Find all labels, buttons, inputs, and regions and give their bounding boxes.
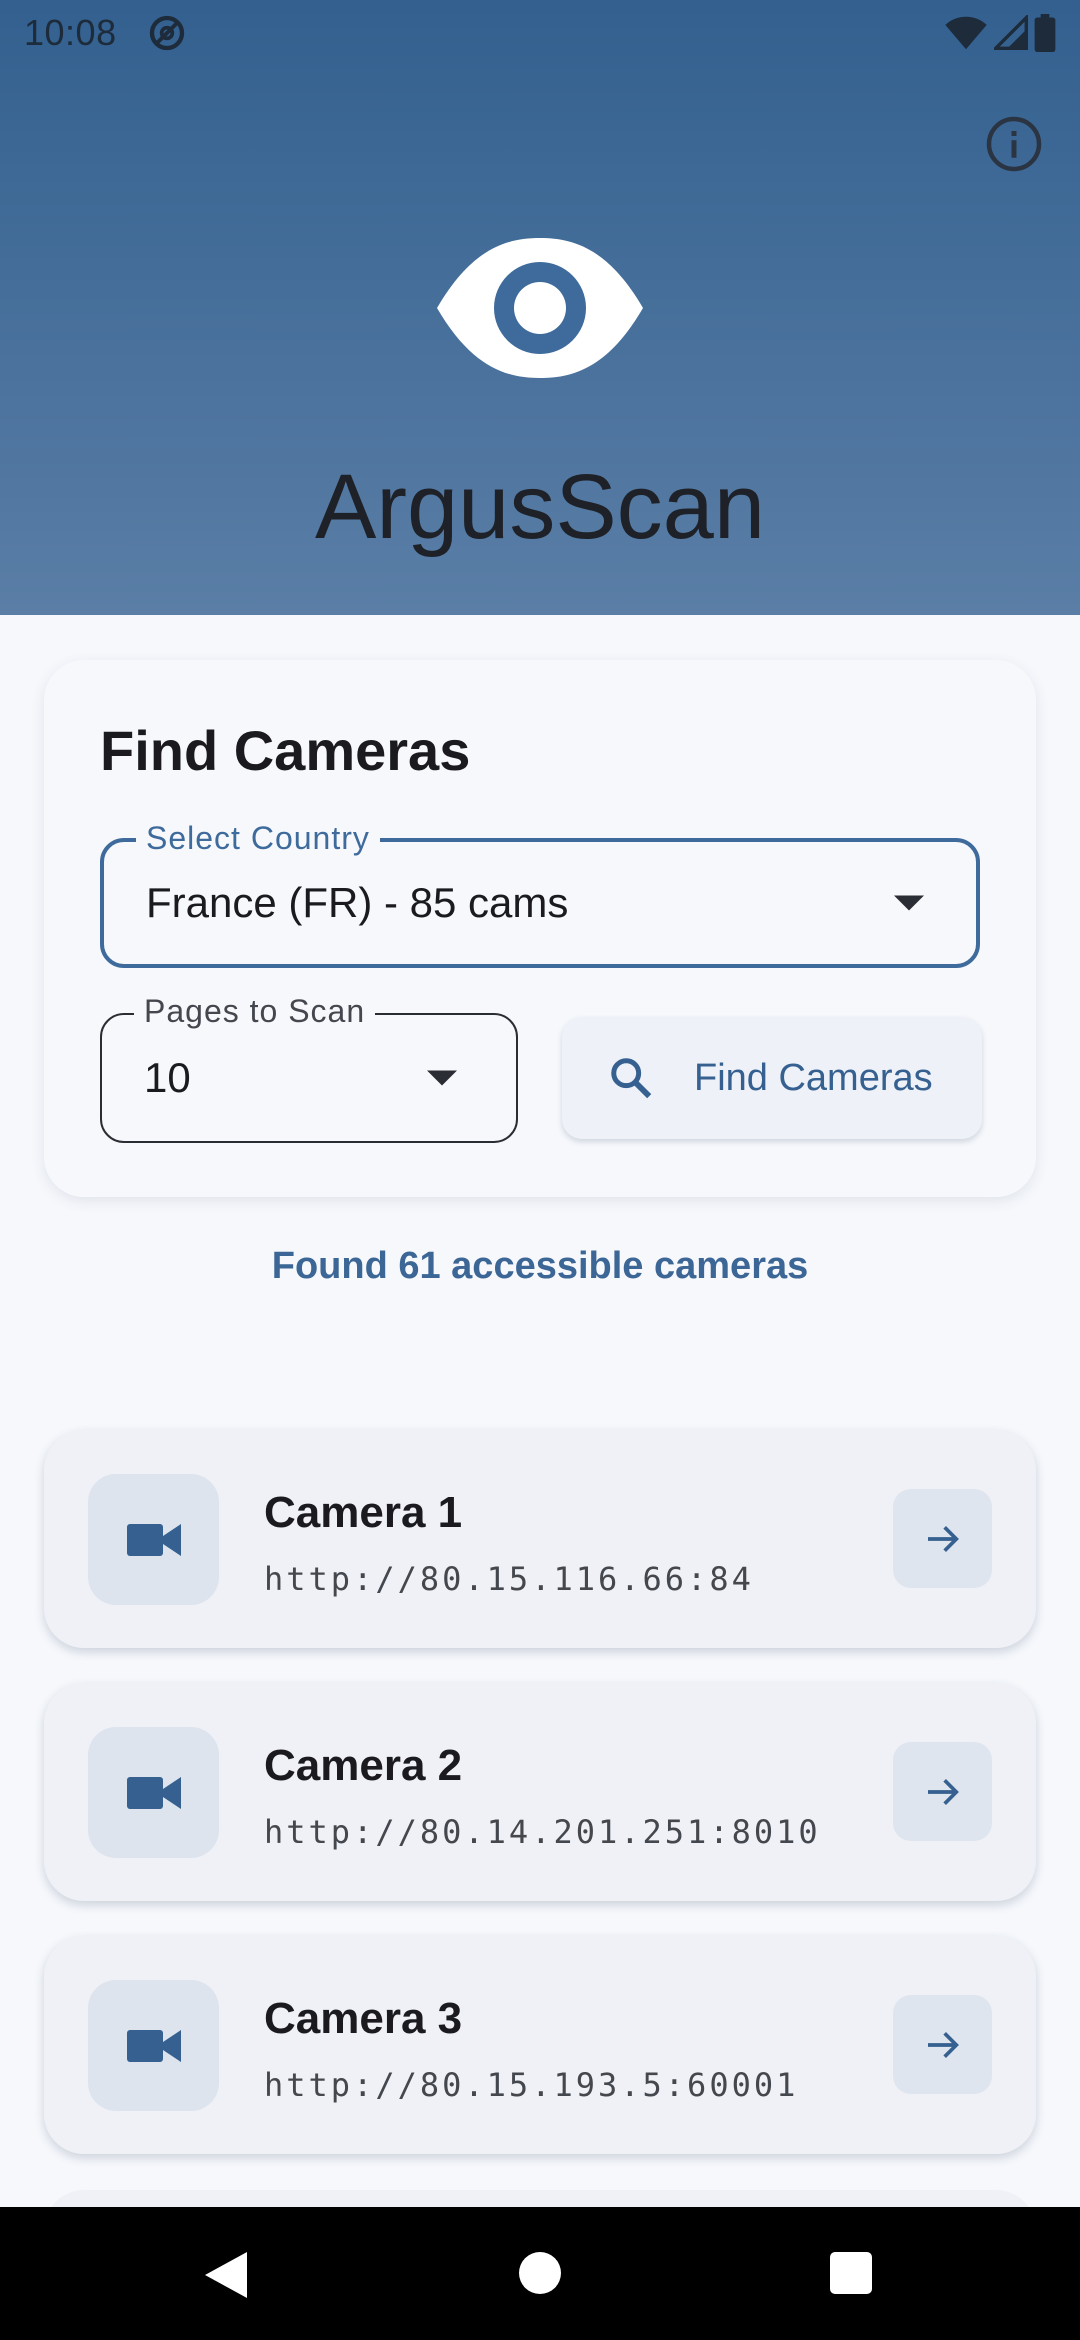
open-camera-button[interactable] (893, 1489, 992, 1588)
search-icon (611, 1058, 652, 1099)
arrow-forward-icon (927, 2031, 959, 2058)
status-time: 10:08 (24, 12, 117, 53)
list-item[interactable]: Camera 2 http://80.14.201.251:8010 (44, 1683, 1036, 1901)
signal-icon (994, 15, 1028, 50)
country-label: Select Country (136, 820, 380, 857)
pages-value: 10 (144, 1054, 191, 1101)
home-icon[interactable] (519, 2252, 561, 2294)
results-summary: Found 61 accessible cameras (271, 1245, 809, 1287)
camera-name: Camera 1 (264, 1488, 463, 1537)
open-camera-button[interactable] (893, 1995, 992, 2094)
camera-thumb (88, 1727, 219, 1858)
camera-url: http://80.15.116.66:84 (264, 1560, 754, 1598)
arrow-forward-icon (927, 1778, 959, 1805)
camera-thumb (88, 1474, 219, 1605)
do-not-disturb-icon (149, 15, 184, 51)
wifi-icon (945, 16, 987, 50)
camera-name: Camera 2 (264, 1741, 463, 1790)
camera-url: http://80.14.201.251:8010 (264, 1813, 821, 1851)
open-camera-button[interactable] (893, 1742, 992, 1841)
find-cameras-button[interactable]: Find Cameras (562, 1017, 982, 1139)
eye-icon (437, 238, 643, 378)
country-dropdown[interactable]: Select Country France (FR) - 85 cams (100, 820, 980, 968)
app-title: ArgusScan (314, 456, 766, 558)
pages-label: Pages to Scan (134, 993, 376, 1030)
videocam-icon (126, 1523, 181, 1556)
list-item[interactable]: Camera 3 http://80.15.193.5:60001 (44, 1936, 1036, 2154)
back-icon[interactable] (205, 2252, 247, 2298)
status-bar: 10:08 (0, 0, 1080, 66)
system-nav-bar (0, 2207, 1080, 2340)
list-item[interactable]: Camera 1 http://80.15.116.66:84 (44, 1430, 1036, 1648)
camera-name: Camera 3 (264, 1994, 463, 2043)
battery-icon (1034, 14, 1056, 52)
videocam-icon (126, 1776, 181, 1809)
info-button[interactable] (983, 113, 1045, 175)
find-cameras-label: Find Cameras (694, 1056, 933, 1099)
recents-icon[interactable] (830, 2252, 872, 2294)
country-value: France (FR) - 85 cams (146, 879, 569, 926)
videocam-icon (126, 2029, 181, 2062)
dropdown-caret-icon (894, 895, 924, 911)
camera-url: http://80.15.193.5:60001 (264, 2066, 799, 2104)
pages-dropdown[interactable]: Pages to Scan 10 (100, 993, 518, 1143)
arrow-forward-icon (927, 1525, 959, 1552)
camera-thumb (88, 1980, 219, 2111)
card-title: Find Cameras (100, 719, 471, 782)
dropdown-caret-icon (427, 1070, 457, 1086)
info-icon (986, 116, 1042, 172)
